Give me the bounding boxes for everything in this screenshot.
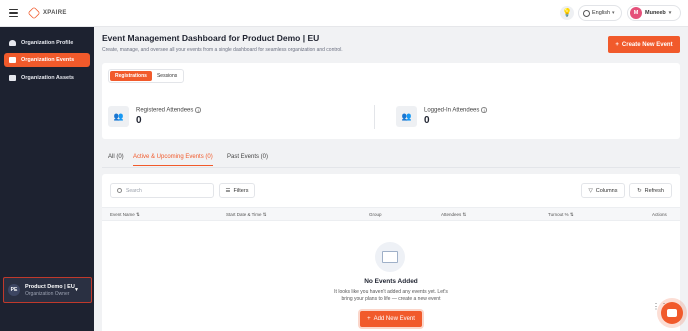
events-table-card: Search ☰ Filters ▽ Columns ↻ Refresh Eve…	[102, 174, 680, 331]
tab-past-events[interactable]: Past Events (0)	[227, 154, 268, 160]
sidebar-item-organization-assets[interactable]: Organization Assets	[4, 71, 90, 85]
sidebar-item-label: Organization Events	[21, 57, 75, 63]
empty-state-description: It looks like you haven't added any even…	[334, 289, 448, 302]
language-selector[interactable]: English ▾	[578, 5, 622, 21]
stat-label: Registered Attendees i	[136, 107, 201, 113]
top-bar: XPAIRE 💡 English ▾ M Muneeb ▾	[0, 0, 688, 27]
avatar: M	[630, 7, 642, 19]
sidebar-item-label: Organization Assets	[21, 75, 74, 81]
create-new-event-button[interactable]: + Create New Event	[608, 36, 680, 53]
workspace-role: Organization Owner	[25, 290, 70, 297]
columns-label: Columns	[595, 187, 618, 194]
menu-icon[interactable]	[9, 9, 18, 18]
stat-registered-attendees: 👥 Registered Attendees i 0	[108, 106, 201, 127]
logo-text: XPAIRE	[43, 10, 67, 16]
column-header-start-date[interactable]: Start Date & Time ⇅	[226, 212, 267, 218]
sidebar-item-label: Organization Profile	[21, 40, 74, 46]
users-icon: 👥	[108, 106, 129, 127]
refresh-icon: ↻	[637, 187, 642, 194]
chat-widget-button[interactable]	[661, 302, 683, 324]
columns-button[interactable]: ▽ Columns	[581, 183, 625, 198]
person-icon	[9, 40, 16, 46]
empty-state-icon	[375, 242, 405, 272]
event-tabs: All (0) Active & Upcoming Events (0) Pas…	[102, 154, 680, 168]
logo: XPAIRE	[27, 6, 67, 20]
search-input[interactable]: Search	[110, 183, 214, 198]
caret-down-icon: ▼	[74, 287, 79, 293]
sliders-icon: ☰	[225, 187, 231, 194]
segment-sessions[interactable]: Sessions	[152, 71, 182, 81]
stat-value: 0	[136, 115, 142, 127]
segment-control: Registrations Sessions	[108, 69, 185, 83]
info-icon[interactable]: i	[481, 107, 487, 113]
workspace-name: Product Demo | EU	[25, 283, 75, 290]
add-new-event-button[interactable]: + Add New Event	[360, 311, 422, 327]
create-button-label: Create New Event	[621, 41, 673, 48]
stat-value: 0	[424, 115, 430, 127]
stat-logged-in-attendees: 👥 Logged-In Attendees i 0	[396, 106, 487, 127]
divider	[374, 105, 375, 129]
refresh-label: Refresh	[644, 187, 664, 194]
search-placeholder: Search	[126, 187, 142, 194]
plus-icon: +	[615, 41, 619, 48]
column-header-group: Group	[369, 212, 382, 217]
sidebar-item-organization-profile[interactable]: Organization Profile	[4, 36, 90, 50]
page-subtitle: Create, manage, and oversee all your eve…	[102, 47, 343, 53]
language-label: English	[592, 10, 611, 16]
drag-handle-icon[interactable]: ⋮⋮	[652, 303, 668, 311]
chevron-down-icon: ▾	[668, 10, 672, 16]
tab-active-upcoming[interactable]: Active & Upcoming Events (0)	[133, 154, 213, 166]
sidebar-item-organization-events[interactable]: Organization Events	[4, 53, 90, 67]
filter-funnel-icon: ▽	[588, 187, 593, 194]
folder-icon	[9, 75, 16, 81]
column-header-attendees[interactable]: Attendees ⇅	[441, 212, 466, 218]
workspace-switcher[interactable]: PE Product Demo | EU Organization Owner …	[3, 277, 92, 303]
lightbulb-icon[interactable]: 💡	[560, 6, 574, 20]
summary-card: Registrations Sessions 👥 Registered Atte…	[102, 63, 680, 139]
calendar-icon	[9, 57, 16, 63]
globe-icon	[583, 9, 590, 17]
column-header-turnout[interactable]: Turnout % ⇅	[548, 212, 574, 218]
filters-label: Filters	[233, 187, 249, 194]
search-icon	[117, 188, 122, 193]
document-icon	[382, 251, 398, 263]
table-header: Event Name ⇅ Start Date & Time ⇅ Group A…	[102, 207, 680, 221]
empty-state-title: No Events Added	[364, 278, 418, 285]
workspace-avatar: PE	[8, 284, 20, 296]
column-header-actions: Actions	[652, 212, 667, 217]
info-icon[interactable]: i	[195, 107, 201, 113]
segment-registrations[interactable]: Registrations	[110, 71, 152, 81]
add-button-label: Add New Event	[373, 316, 415, 322]
logo-icon	[27, 6, 41, 20]
user-name: Muneeb	[645, 10, 666, 16]
filters-button[interactable]: ☰ Filters	[219, 183, 255, 198]
tab-all[interactable]: All (0)	[108, 154, 124, 160]
stat-label: Logged-In Attendees i	[424, 107, 487, 113]
users-icon: 👥	[396, 106, 417, 127]
column-header-event-name[interactable]: Event Name ⇅	[110, 212, 140, 218]
page-title: Event Management Dashboard for Product D…	[102, 33, 320, 43]
plus-icon: +	[367, 316, 371, 322]
user-menu[interactable]: M Muneeb ▾	[627, 5, 681, 21]
refresh-button[interactable]: ↻ Refresh	[629, 183, 672, 198]
chat-bubble-icon	[667, 309, 677, 317]
chevron-down-icon: ▾	[612, 10, 615, 16]
